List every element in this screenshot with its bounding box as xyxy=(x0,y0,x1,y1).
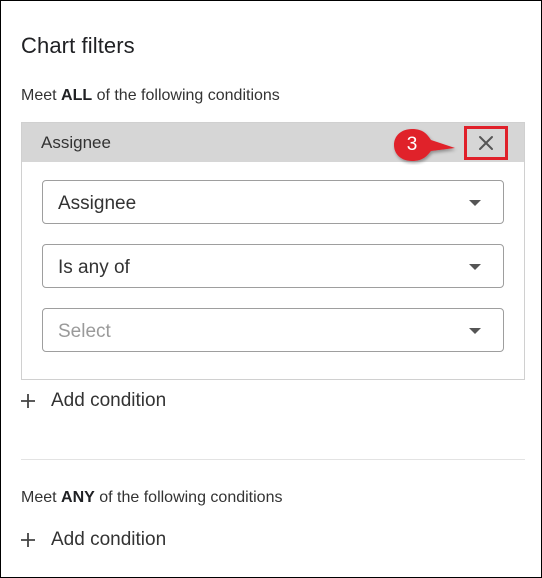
add-all-condition-label: Add condition xyxy=(51,390,167,411)
remove-condition-button[interactable] xyxy=(464,126,508,160)
add-all-condition-button[interactable]: Add condition xyxy=(21,390,166,412)
operator-select[interactable]: Is any of xyxy=(42,244,504,288)
any-prefix: Meet xyxy=(21,489,62,506)
operator-select-value: Is any of xyxy=(58,257,130,278)
field-select[interactable]: Assignee xyxy=(42,180,504,224)
all-keyword: ALL xyxy=(61,87,93,104)
all-conditions-heading: Meet ALL of the following conditions xyxy=(21,87,280,105)
close-icon xyxy=(479,136,493,150)
plus-icon xyxy=(21,533,35,547)
field-select-value: Assignee xyxy=(58,193,137,214)
condition-header-label: Assignee xyxy=(41,133,111,152)
add-any-condition-label: Add condition xyxy=(51,529,167,550)
all-suffix: of the following conditions xyxy=(92,87,280,104)
any-suffix: of the following conditions xyxy=(94,489,283,506)
values-select-placeholder: Select xyxy=(58,321,111,342)
all-prefix: Meet xyxy=(21,87,62,104)
plus-icon xyxy=(21,394,35,408)
step-callout-number: 3 xyxy=(406,134,418,155)
any-keyword: ANY xyxy=(61,489,95,506)
add-any-condition-button[interactable]: Add condition xyxy=(21,529,166,551)
section-divider xyxy=(21,459,525,460)
values-select[interactable]: Select xyxy=(42,308,504,352)
panel-title: Chart filters xyxy=(21,33,135,58)
chevron-down-icon xyxy=(469,200,481,206)
chevron-down-icon xyxy=(469,264,481,270)
any-conditions-heading: Meet ANY of the following conditions xyxy=(21,489,282,507)
chart-filters-panel: Chart filters Meet ALL of the following … xyxy=(0,0,542,578)
chevron-down-icon xyxy=(469,328,481,334)
